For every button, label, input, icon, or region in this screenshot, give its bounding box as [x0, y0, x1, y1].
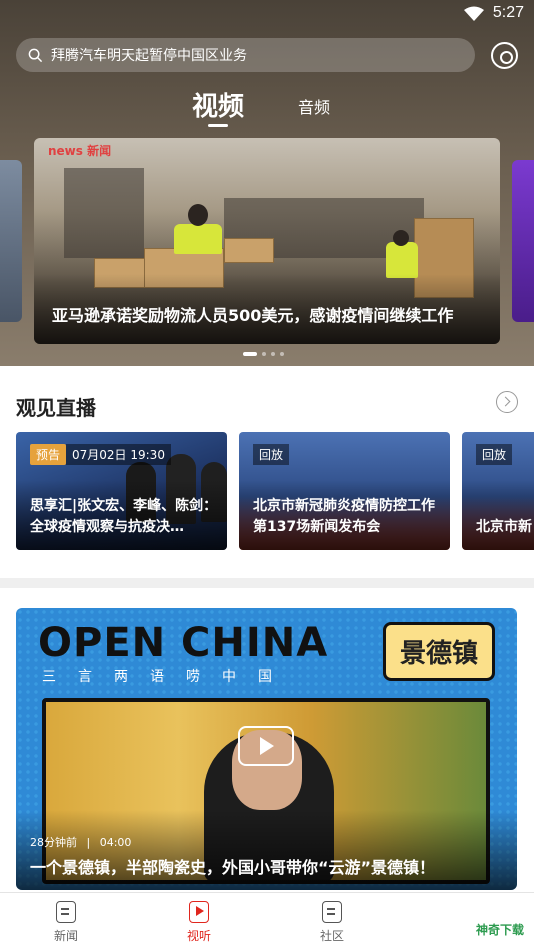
banner-worker-head: [393, 230, 409, 246]
wifi-icon: [464, 6, 484, 21]
subtitle-char: 三: [42, 669, 56, 685]
banner-worker: [386, 242, 418, 278]
location-badge: 景德镇: [382, 622, 495, 681]
bottom-navigation: 新闻 视听 社区 神奇下载: [0, 892, 534, 949]
news-logo: news 新闻: [48, 144, 112, 158]
media-tabs: 视频 音频: [0, 86, 534, 127]
disc-icon[interactable]: [491, 42, 518, 69]
nav-item-news[interactable]: 新闻: [36, 901, 96, 944]
top-header-area: 5:27 拜腾汽车明天起暂停中国区业务 视频 音频 news 新闻 亚马逊承诺奖…: [0, 0, 534, 366]
banner-worker-head: [188, 204, 208, 226]
video-shade: [16, 810, 517, 890]
live-section: 观见直播 预告 07月02日 19:30 思享汇|张文宏、李峰、陈剑：全球疫情观…: [0, 366, 534, 578]
card-title: 北京市新: [476, 519, 532, 535]
live-card[interactable]: 回放 北京市新: [462, 432, 534, 550]
card-tag: 回放: [476, 443, 513, 465]
card-tag-label: 回放: [253, 443, 290, 465]
video-title: 一个景德镇，半部陶瓷史，外国小哥带你“云游”景德镇！: [30, 858, 436, 877]
banner-shelf: [64, 168, 144, 258]
search-bar[interactable]: 拜腾汽车明天起暂停中国区业务: [16, 38, 475, 72]
featured-video-card[interactable]: OPEN CHINA 三 言 两 语 唠 中 国 景德镇 28分钟前 | 04:…: [16, 608, 517, 890]
search-icon: [28, 48, 43, 62]
subtitle-char: 两: [114, 669, 128, 685]
status-time: 5:27: [492, 4, 524, 21]
nav-item-media[interactable]: 视听: [169, 901, 229, 944]
subtitle-char: 中: [222, 669, 236, 685]
active-tab-indicator: [208, 124, 228, 127]
card-tag-time: 07月02日 19:30: [66, 443, 171, 465]
pagination-dot[interactable]: [243, 352, 257, 356]
subtitle-char: 国: [258, 669, 272, 685]
nav-item-community[interactable]: 社区: [302, 901, 362, 944]
subtitle-char: 唠: [186, 669, 200, 685]
banner-caption: 亚马逊承诺奖励物流人员500美元，感谢疫情间继续工作: [52, 306, 454, 325]
search-text: 拜腾汽车明天起暂停中国区业务: [51, 48, 247, 64]
card-title: 北京市新冠肺炎疫情防控工作第137场新闻发布会: [253, 498, 435, 535]
nav-label: 社区: [319, 929, 344, 943]
pagination-dot[interactable]: [271, 352, 275, 356]
chevron-right-icon[interactable]: [496, 391, 518, 413]
nav-label: 视听: [186, 929, 211, 943]
live-card[interactable]: 预告 07月02日 19:30 思享汇|张文宏、李峰、陈剑：全球疫情观察与抗疫决…: [16, 432, 227, 550]
brand-subtitle: 三 言 两 语 唠 中 国: [42, 666, 272, 686]
card-tag: 回放: [253, 443, 290, 465]
play-video-icon: [189, 901, 209, 923]
video-meta-divider: |: [86, 836, 91, 849]
section-title: 观见直播: [16, 396, 96, 420]
card-tag: 预告 07月02日 19:30: [30, 443, 171, 465]
play-icon[interactable]: [238, 726, 294, 766]
section-divider: [0, 578, 534, 588]
banner-pagination: [243, 352, 284, 356]
news-icon: [56, 901, 76, 923]
video-duration: 04:00: [99, 836, 132, 849]
watermark-logo: 神奇下载: [475, 923, 524, 937]
nav-label: 新闻: [53, 929, 78, 943]
banner-slide[interactable]: news 新闻 亚马逊承诺奖励物流人员500美元，感谢疫情间继续工作: [34, 138, 500, 344]
pagination-dot[interactable]: [280, 352, 284, 356]
video-publish-time: 28分钟前: [30, 836, 77, 849]
banner-box: [224, 238, 274, 263]
card-tag-label: 回放: [476, 443, 513, 465]
video-meta: 28分钟前 | 04:00: [30, 834, 131, 850]
card-shade: [462, 480, 534, 550]
community-icon: [322, 901, 342, 923]
subtitle-char: 言: [78, 669, 92, 685]
pagination-dot[interactable]: [262, 352, 266, 356]
featured-video-section: OPEN CHINA 三 言 两 语 唠 中 国 景德镇 28分钟前 | 04:…: [0, 588, 534, 892]
subtitle-char: 语: [150, 669, 164, 685]
banner-worker: [174, 224, 222, 254]
tab-video[interactable]: 视频: [192, 86, 244, 123]
status-bar: 5:27: [0, 0, 534, 28]
live-card[interactable]: 回放 北京市新冠肺炎疫情防控工作第137场新闻发布会: [239, 432, 450, 550]
banner-next-peek[interactable]: [512, 160, 534, 322]
banner-prev-peek[interactable]: [0, 160, 22, 322]
card-tag-label: 预告: [30, 443, 67, 465]
card-title: 思享汇|张文宏、李峰、陈剑：全球疫情观察与抗疫决…: [30, 498, 218, 535]
brand-title: OPEN CHINA: [38, 620, 329, 666]
tab-audio[interactable]: 音频: [298, 94, 330, 118]
